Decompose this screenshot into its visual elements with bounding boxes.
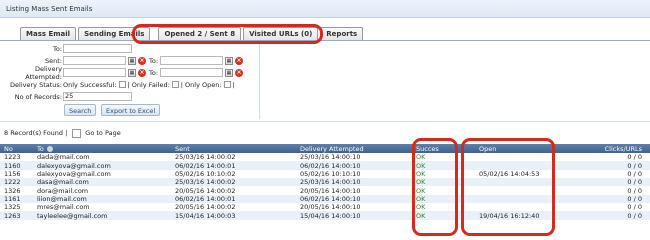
- delivery-to-label: To:: [149, 68, 159, 77]
- cell-sent: 06/02/16 14:00:01: [171, 161, 296, 170]
- cell-clicks: 0 / 0: [570, 186, 650, 195]
- cell-no: 1263: [0, 211, 33, 220]
- cell-delivery: 25/03/16 14:00:10: [296, 153, 412, 162]
- tab-mass-email[interactable]: Mass Email: [20, 27, 77, 40]
- sort-icon[interactable]: [46, 145, 53, 152]
- cell-clicks: 0 / 0: [570, 194, 650, 204]
- filter-delivery-row: Delivery Attempted: ▦ × To: ▦ ×: [0, 65, 244, 81]
- only-failed-label: | Only Failed:: [127, 80, 170, 89]
- cell-delivery: 05/02/16 10:10:10: [296, 169, 412, 179]
- filter-form: To: Sent: ▦ × To: ▦ × Delivery Attempted…: [0, 41, 260, 119]
- records-summary: 8 Record(s) Found | Go to Page: [4, 128, 121, 138]
- cell-clicks: 0 / 0: [570, 161, 650, 170]
- cell-no: 1161: [0, 194, 33, 204]
- filter-records-row: No of Records: 25: [0, 91, 132, 102]
- delivery-to-input[interactable]: [160, 68, 224, 77]
- cell-sent: 06/02/16 14:00:01: [171, 194, 296, 204]
- sent-from-input[interactable]: [63, 56, 126, 65]
- cell-to: tayleelee@gmail.com: [33, 211, 171, 220]
- cell-delivery: 20/05/16 14:00:10: [296, 186, 412, 195]
- calendar-icon[interactable]: ▦: [128, 56, 136, 65]
- col-no[interactable]: No: [0, 144, 33, 153]
- cell-delivery: 15/04/16 14:00:10: [296, 211, 412, 220]
- only-failed-checkbox[interactable]: [171, 81, 179, 88]
- calendar-icon[interactable]: ▦: [225, 56, 234, 65]
- delivery-from-input[interactable]: [63, 68, 126, 77]
- col-clicks[interactable]: Clicks/URLs: [570, 144, 650, 153]
- cell-no: 1325: [0, 203, 33, 212]
- cell-to: liion@mail.com: [33, 194, 171, 204]
- clear-icon[interactable]: ×: [138, 56, 146, 65]
- records-input[interactable]: 25: [63, 92, 132, 101]
- highlight-success-outline: [412, 138, 458, 236]
- export-excel-button[interactable]: Export to Excel: [101, 104, 161, 116]
- delivery-status-label: Delivery Status:: [10, 80, 62, 89]
- cell-to: dada@mail.com: [33, 153, 171, 162]
- col-to[interactable]: To: [33, 144, 171, 153]
- cell-clicks: 0 / 0: [570, 178, 650, 187]
- to-label: To:: [52, 44, 62, 53]
- form-divider: [0, 121, 650, 122]
- sent-to-label: To:: [149, 56, 159, 65]
- cell-no: 1222: [0, 178, 33, 187]
- cell-to: dalexyova@gmail.com: [33, 169, 171, 179]
- cell-to: dasa@mail.com: [33, 178, 171, 187]
- calendar-icon[interactable]: ▦: [128, 68, 136, 77]
- records-found-text: 8 Record(s) Found |: [4, 129, 68, 137]
- calendar-icon[interactable]: ▦: [225, 68, 234, 77]
- cell-no: 1160: [0, 161, 33, 170]
- col-delivery[interactable]: Delivery Attempted: [296, 144, 412, 153]
- only-successful-checkbox[interactable]: [118, 81, 126, 88]
- cell-delivery: 25/03/16 14:00:10: [296, 178, 412, 187]
- goto-page-label: Go to Page: [85, 129, 121, 137]
- cell-delivery: 06/02/16 14:00:10: [296, 194, 412, 204]
- cell-sent: 05/02/16 10:10:02: [171, 169, 296, 179]
- cell-no: 1156: [0, 169, 33, 179]
- col-to-label: To: [37, 144, 44, 153]
- col-sent[interactable]: Sent: [171, 144, 296, 153]
- cell-to: mres@mail.com: [33, 203, 171, 212]
- records-label: No of Records:: [14, 92, 62, 101]
- cell-delivery: 06/02/16 14:00:10: [296, 161, 412, 170]
- cell-clicks: 0 / 0: [570, 169, 650, 179]
- trailing-separator: |: [232, 80, 235, 89]
- sent-to-input[interactable]: [160, 56, 224, 65]
- cell-sent: 20/05/16 14:00:02: [171, 203, 296, 212]
- only-open-label: | Only Open:: [180, 80, 222, 89]
- cell-clicks: 0 / 0: [570, 203, 650, 212]
- goto-page-input[interactable]: [72, 128, 82, 138]
- window-title: Listing Mass Sent Emails: [0, 0, 650, 18]
- search-button[interactable]: Search: [64, 104, 97, 116]
- cell-sent: 20/05/16 14:00:02: [171, 186, 296, 195]
- clear-icon[interactable]: ×: [235, 56, 244, 65]
- clear-icon[interactable]: ×: [138, 68, 146, 77]
- tab-reports[interactable]: Reports: [320, 27, 364, 40]
- cell-no: 1223: [0, 153, 33, 162]
- cell-clicks: 0 / 0: [570, 211, 650, 220]
- only-successful-label: Only Successful:: [63, 80, 117, 89]
- highlight-open-outline: [461, 138, 555, 236]
- cell-clicks: 0 / 0: [570, 153, 650, 162]
- cell-to: dora@mail.com: [33, 186, 171, 195]
- filter-to-row: To:: [0, 43, 132, 54]
- cell-delivery: 20/05/16 14:00:10: [296, 203, 412, 212]
- clear-icon[interactable]: ×: [235, 68, 244, 77]
- highlight-tabs-outline: [132, 24, 323, 44]
- cell-to: dalexyova@gmail.com: [33, 161, 171, 170]
- to-input[interactable]: [63, 44, 132, 53]
- filter-status-row: Delivery Status: Only Successful: | Only…: [0, 79, 235, 90]
- only-open-checkbox[interactable]: [223, 81, 231, 88]
- cell-sent: 15/04/16 14:00:03: [171, 211, 296, 220]
- sent-label: Sent:: [45, 56, 62, 65]
- cell-no: 1326: [0, 186, 33, 195]
- cell-sent: 25/03/16 14:00:02: [171, 178, 296, 187]
- cell-sent: 25/03/16 14:00:02: [171, 153, 296, 162]
